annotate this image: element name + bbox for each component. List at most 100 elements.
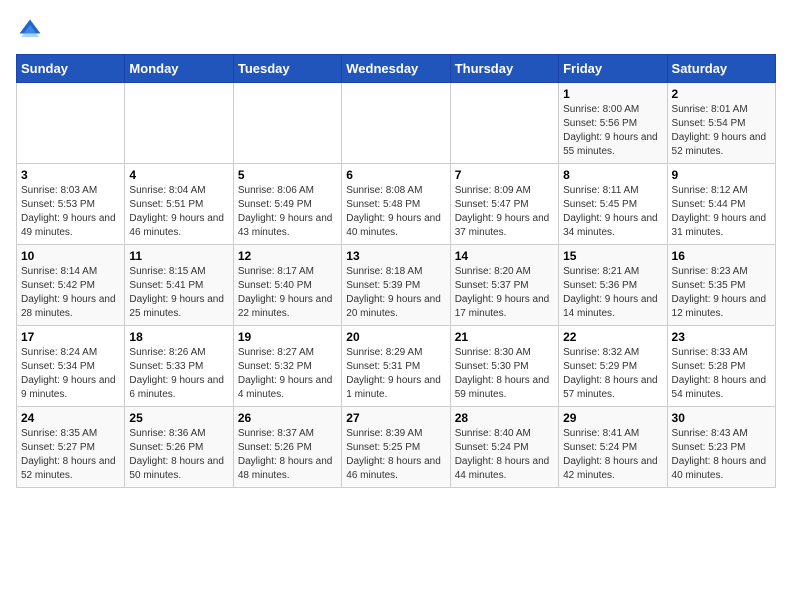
calendar-cell: 1 Sunrise: 8:00 AM Sunset: 5:56 PM Daylig… <box>559 83 667 164</box>
calendar-cell: 17Sunrise: 8:24 AM Sunset: 5:34 PM Dayli… <box>17 326 125 407</box>
calendar-cell: 20 Sunrise: 8:29 AM Sunset: 5:31 PM Dayli… <box>342 326 450 407</box>
weekday-header-wednesday: Wednesday <box>342 55 450 83</box>
calendar-cell: 23 Sunrise: 8:33 AM Sunset: 5:28 PM Dayli… <box>667 326 775 407</box>
logo-icon <box>16 16 44 44</box>
day-info: Sunrise: 8:27 AM Sunset: 5:32 PM Dayligh… <box>238 346 337 402</box>
calendar-cell: 25 Sunrise: 8:36 AM Sunset: 5:26 PM Dayli… <box>125 407 233 488</box>
calendar-cell: 26 Sunrise: 8:37 AM Sunset: 5:26 PM Dayli… <box>233 407 341 488</box>
calendar-cell: 5 Sunrise: 8:06 AM Sunset: 5:49 PM Daylig… <box>233 164 341 245</box>
weekday-header-row: SundayMondayTuesdayWednesdayThursdayFrid… <box>17 55 776 83</box>
day-number: 10 <box>21 249 120 263</box>
day-number: 2 <box>672 87 771 101</box>
calendar-cell: 29Sunrise: 8:41 AM Sunset: 5:24 PM Dayli… <box>559 407 667 488</box>
day-number: 11 <box>129 249 228 263</box>
calendar-cell: 18 Sunrise: 8:26 AM Sunset: 5:33 PM Dayli… <box>125 326 233 407</box>
day-info: Sunrise: 8:29 AM Sunset: 5:31 PM Dayligh… <box>346 346 445 402</box>
calendar-cell: 11Sunrise: 8:15 AM Sunset: 5:41 PM Dayli… <box>125 245 233 326</box>
day-number: 8 <box>563 168 662 182</box>
day-info: Sunrise: 8:35 AM Sunset: 5:27 PM Dayligh… <box>21 427 120 483</box>
day-info: Sunrise: 8:43 AM Sunset: 5:23 PM Dayligh… <box>672 427 771 483</box>
calendar-cell: 28Sunrise: 8:40 AM Sunset: 5:24 PM Dayli… <box>450 407 558 488</box>
day-number: 26 <box>238 411 337 425</box>
day-number: 20 <box>346 330 445 344</box>
day-info: Sunrise: 8:32 AM Sunset: 5:29 PM Dayligh… <box>563 346 662 402</box>
day-number: 24 <box>21 411 120 425</box>
calendar-header: SundayMondayTuesdayWednesdayThursdayFrid… <box>17 55 776 83</box>
calendar-cell: 6 Sunrise: 8:08 AM Sunset: 5:48 PM Daylig… <box>342 164 450 245</box>
day-number: 5 <box>238 168 337 182</box>
day-number: 23 <box>672 330 771 344</box>
logo <box>16 16 48 44</box>
day-info: Sunrise: 8:11 AM Sunset: 5:45 PM Dayligh… <box>563 184 662 240</box>
calendar-cell: 9 Sunrise: 8:12 AM Sunset: 5:44 PM Daylig… <box>667 164 775 245</box>
day-info: Sunrise: 8:12 AM Sunset: 5:44 PM Dayligh… <box>672 184 771 240</box>
calendar-cell: 3Sunrise: 8:03 AM Sunset: 5:53 PM Daylig… <box>17 164 125 245</box>
day-number: 15 <box>563 249 662 263</box>
calendar-cell <box>450 83 558 164</box>
weekday-header-saturday: Saturday <box>667 55 775 83</box>
day-number: 7 <box>455 168 554 182</box>
calendar-cell: 12 Sunrise: 8:17 AM Sunset: 5:40 PM Dayli… <box>233 245 341 326</box>
day-info: Sunrise: 8:24 AM Sunset: 5:34 PM Dayligh… <box>21 346 120 402</box>
day-number: 30 <box>672 411 771 425</box>
day-info: Sunrise: 8:00 AM Sunset: 5:56 PM Dayligh… <box>563 103 662 159</box>
day-number: 6 <box>346 168 445 182</box>
day-number: 3 <box>21 168 120 182</box>
calendar-week-row: 3Sunrise: 8:03 AM Sunset: 5:53 PM Daylig… <box>17 164 776 245</box>
day-info: Sunrise: 8:36 AM Sunset: 5:26 PM Dayligh… <box>129 427 228 483</box>
calendar-cell: 13 Sunrise: 8:18 AM Sunset: 5:39 PM Dayli… <box>342 245 450 326</box>
day-info: Sunrise: 8:23 AM Sunset: 5:35 PM Dayligh… <box>672 265 771 321</box>
day-number: 21 <box>455 330 554 344</box>
day-number: 1 <box>563 87 662 101</box>
page-header <box>16 16 776 44</box>
calendar-cell: 30 Sunrise: 8:43 AM Sunset: 5:23 PM Dayli… <box>667 407 775 488</box>
calendar-cell: 16 Sunrise: 8:23 AM Sunset: 5:35 PM Dayli… <box>667 245 775 326</box>
day-number: 22 <box>563 330 662 344</box>
calendar-cell: 15 Sunrise: 8:21 AM Sunset: 5:36 PM Dayli… <box>559 245 667 326</box>
weekday-header-sunday: Sunday <box>17 55 125 83</box>
day-info: Sunrise: 8:18 AM Sunset: 5:39 PM Dayligh… <box>346 265 445 321</box>
day-number: 18 <box>129 330 228 344</box>
calendar-cell: 27 Sunrise: 8:39 AM Sunset: 5:25 PM Dayli… <box>342 407 450 488</box>
day-info: Sunrise: 8:21 AM Sunset: 5:36 PM Dayligh… <box>563 265 662 321</box>
calendar-cell: 14Sunrise: 8:20 AM Sunset: 5:37 PM Dayli… <box>450 245 558 326</box>
calendar-cell: 4 Sunrise: 8:04 AM Sunset: 5:51 PM Daylig… <box>125 164 233 245</box>
day-number: 4 <box>129 168 228 182</box>
calendar-cell: 7 Sunrise: 8:09 AM Sunset: 5:47 PM Daylig… <box>450 164 558 245</box>
weekday-header-monday: Monday <box>125 55 233 83</box>
day-number: 25 <box>129 411 228 425</box>
weekday-header-friday: Friday <box>559 55 667 83</box>
day-number: 12 <box>238 249 337 263</box>
calendar-cell: 22 Sunrise: 8:32 AM Sunset: 5:29 PM Dayli… <box>559 326 667 407</box>
calendar-body: 1 Sunrise: 8:00 AM Sunset: 5:56 PM Daylig… <box>17 83 776 488</box>
day-info: Sunrise: 8:14 AM Sunset: 5:42 PM Dayligh… <box>21 265 120 321</box>
weekday-header-thursday: Thursday <box>450 55 558 83</box>
day-info: Sunrise: 8:08 AM Sunset: 5:48 PM Dayligh… <box>346 184 445 240</box>
day-info: Sunrise: 8:04 AM Sunset: 5:51 PM Dayligh… <box>129 184 228 240</box>
day-info: Sunrise: 8:33 AM Sunset: 5:28 PM Dayligh… <box>672 346 771 402</box>
calendar-cell <box>17 83 125 164</box>
weekday-header-tuesday: Tuesday <box>233 55 341 83</box>
calendar-cell: 2 Sunrise: 8:01 AM Sunset: 5:54 PM Daylig… <box>667 83 775 164</box>
day-info: Sunrise: 8:37 AM Sunset: 5:26 PM Dayligh… <box>238 427 337 483</box>
day-number: 16 <box>672 249 771 263</box>
day-info: Sunrise: 8:39 AM Sunset: 5:25 PM Dayligh… <box>346 427 445 483</box>
day-info: Sunrise: 8:30 AM Sunset: 5:30 PM Dayligh… <box>455 346 554 402</box>
day-number: 9 <box>672 168 771 182</box>
calendar-cell: 8 Sunrise: 8:11 AM Sunset: 5:45 PM Daylig… <box>559 164 667 245</box>
day-number: 14 <box>455 249 554 263</box>
calendar-cell: 10 Sunrise: 8:14 AM Sunset: 5:42 PM Dayli… <box>17 245 125 326</box>
day-number: 29 <box>563 411 662 425</box>
day-info: Sunrise: 8:09 AM Sunset: 5:47 PM Dayligh… <box>455 184 554 240</box>
day-info: Sunrise: 8:06 AM Sunset: 5:49 PM Dayligh… <box>238 184 337 240</box>
day-number: 19 <box>238 330 337 344</box>
calendar-week-row: 24 Sunrise: 8:35 AM Sunset: 5:27 PM Dayli… <box>17 407 776 488</box>
day-info: Sunrise: 8:01 AM Sunset: 5:54 PM Dayligh… <box>672 103 771 159</box>
calendar-cell: 24 Sunrise: 8:35 AM Sunset: 5:27 PM Dayli… <box>17 407 125 488</box>
day-info: Sunrise: 8:26 AM Sunset: 5:33 PM Dayligh… <box>129 346 228 402</box>
day-number: 13 <box>346 249 445 263</box>
day-number: 27 <box>346 411 445 425</box>
day-info: Sunrise: 8:17 AM Sunset: 5:40 PM Dayligh… <box>238 265 337 321</box>
day-number: 28 <box>455 411 554 425</box>
calendar-table: SundayMondayTuesdayWednesdayThursdayFrid… <box>16 54 776 488</box>
